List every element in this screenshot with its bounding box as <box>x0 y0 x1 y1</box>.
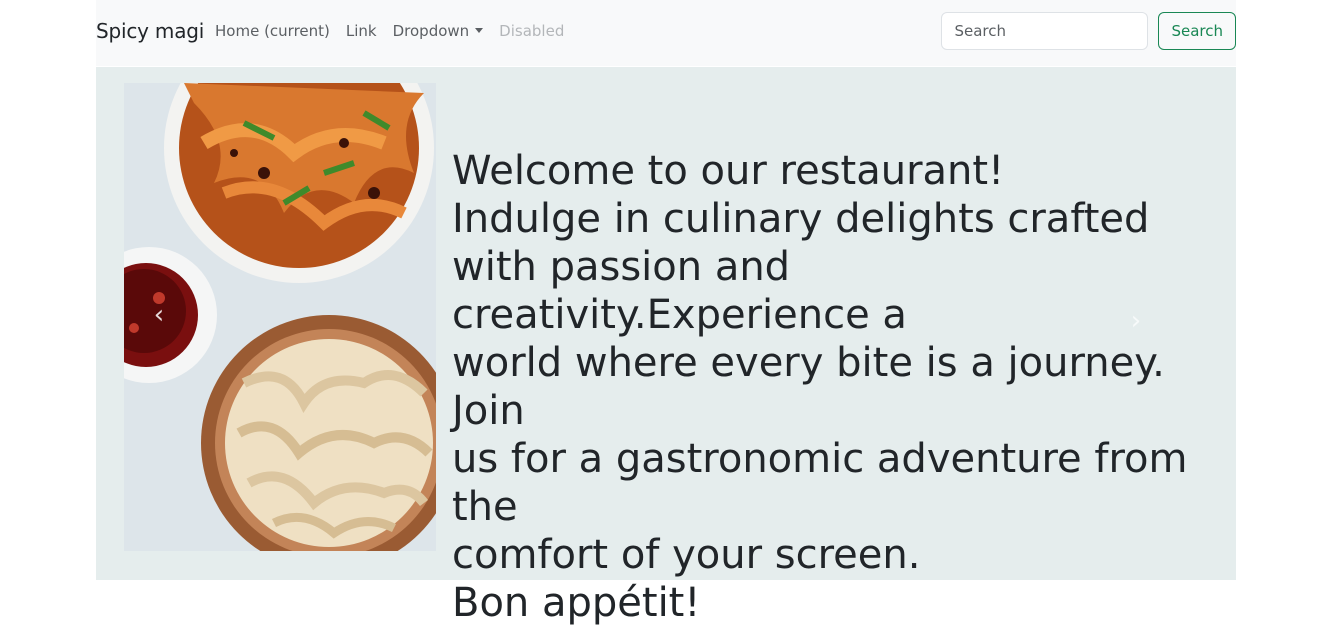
nav-dropdown[interactable]: Dropdown <box>393 22 484 40</box>
food-photo <box>124 83 436 551</box>
nav-link-disabled: Disabled <box>499 22 565 40</box>
search-input[interactable] <box>941 12 1149 50</box>
hero-line: comfort of your screen. <box>452 532 921 578</box>
hero-welcome-text: Welcome to our restaurant! Indulge in cu… <box>452 147 1212 627</box>
nav-link-link[interactable]: Link <box>346 22 377 40</box>
navbar-brand[interactable]: Spicy magi <box>96 19 204 43</box>
hero-line: Indulge in culinary delights crafted <box>452 196 1150 242</box>
hero-image <box>124 83 436 551</box>
caret-down-icon <box>475 28 484 33</box>
hero-line: with passion and creativity.Experience a <box>452 244 907 338</box>
navbar: Spicy magi Home (current) Link Dropdown … <box>96 0 1236 66</box>
nav-dropdown-label: Dropdown <box>392 22 470 40</box>
search-button[interactable]: Search <box>1158 12 1236 50</box>
hero-line: Welcome to our restaurant! <box>452 148 1005 194</box>
hero-line: us for a gastronomic adventure from the <box>452 436 1188 530</box>
carousel-prev-control[interactable]: ‹ <box>149 300 169 330</box>
nav-link-home[interactable]: Home (current) <box>215 22 330 40</box>
hero-line: world where every bite is a journey. Joi… <box>452 340 1165 434</box>
chevron-left-icon: ‹ <box>153 300 165 330</box>
hero-section: ‹ › Welcome to our restaurant! Indulge i… <box>96 67 1236 626</box>
hero-line: Bon appétit! <box>452 580 701 626</box>
search-form: Search <box>941 12 1236 50</box>
nav-links: Home (current) Link Dropdown Disabled <box>215 22 564 40</box>
